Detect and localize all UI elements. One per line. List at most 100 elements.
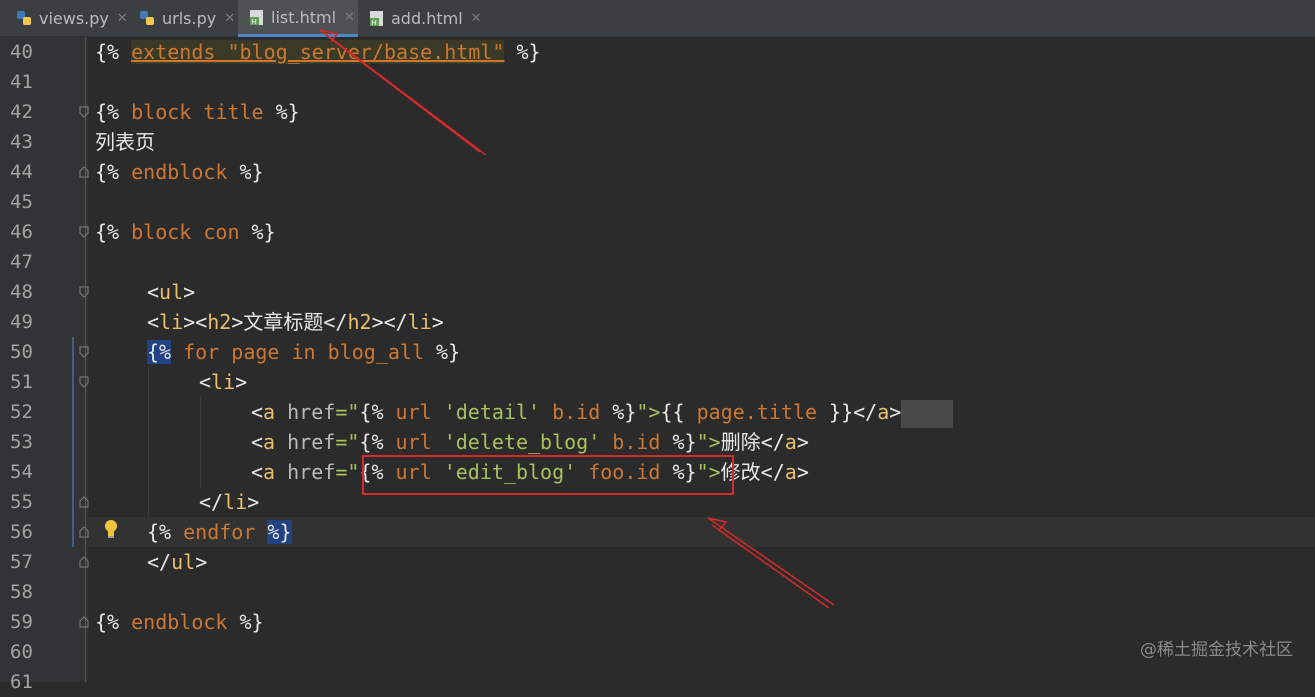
extends-keyword[interactable]: extends: [131, 40, 215, 64]
fold-start-icon[interactable]: [78, 226, 90, 238]
template-variable: b.id: [600, 430, 673, 454]
html-tag: a: [784, 430, 797, 454]
template-keyword: block title: [131, 100, 264, 124]
line-number: 61: [10, 671, 33, 693]
bracket: <: [147, 280, 160, 304]
template-tag-open: {%: [359, 430, 396, 454]
line-number: 53: [10, 431, 33, 453]
html-attribute: href: [275, 460, 336, 484]
svg-text:H: H: [252, 18, 257, 26]
bracket: <: [147, 310, 160, 334]
attribute-quote: =": [335, 400, 360, 424]
extends-path-string[interactable]: "blog_server/base.html": [227, 40, 504, 64]
fold-start-icon[interactable]: [78, 286, 90, 298]
template-tag-open: {%: [95, 160, 132, 184]
bracket: </: [760, 430, 785, 454]
template-tag-close: %}: [672, 430, 697, 454]
template-tag-close: %}: [227, 160, 264, 184]
line-number: 47: [10, 251, 33, 273]
template-keyword: endfor: [183, 520, 268, 544]
fold-end-icon[interactable]: [78, 166, 90, 178]
html-tag: li: [223, 490, 248, 514]
bracket: <: [199, 370, 212, 394]
attribute-quote: ">: [696, 430, 721, 454]
line-number: 46: [10, 221, 33, 243]
line-number: 59: [10, 611, 33, 633]
template-tag-close: %}: [263, 100, 300, 124]
template-keyword: in: [291, 340, 316, 364]
fold-start-icon[interactable]: [78, 346, 90, 358]
line-number: 44: [10, 161, 33, 183]
fold-end-icon[interactable]: [78, 556, 90, 568]
tab-urls-py[interactable]: urls.py ✕: [139, 0, 235, 37]
fold-start-icon[interactable]: [78, 106, 90, 118]
bracket: >: [431, 310, 444, 334]
python-file-icon: [16, 10, 33, 27]
fold-end-icon[interactable]: [78, 526, 90, 538]
line-number: 45: [10, 191, 33, 213]
line-number: 54: [10, 461, 33, 483]
close-icon[interactable]: ✕: [224, 11, 235, 26]
tab-label: list.html: [271, 7, 337, 27]
html-tag: h2: [207, 310, 232, 334]
fold-start-icon[interactable]: [78, 376, 90, 388]
fold-end-icon[interactable]: [78, 496, 90, 508]
close-icon[interactable]: ✕: [117, 11, 128, 26]
close-icon[interactable]: ✕: [344, 10, 355, 25]
bracket: </: [323, 310, 348, 334]
bracket: </: [760, 460, 785, 484]
close-icon[interactable]: ✕: [471, 11, 482, 26]
code-line-53: <a href="{% url 'delete_blog' b.id %}">删…: [251, 427, 809, 457]
line-number: 42: [10, 101, 33, 123]
code-line-59: {% endblock %}: [95, 607, 264, 637]
template-keyword: blog_all: [315, 340, 437, 364]
indent-guide: [200, 397, 201, 487]
template-tag-open: {%: [95, 40, 132, 64]
template-keyword: for page: [171, 340, 292, 364]
tab-label: add.html: [391, 9, 463, 28]
code-line-40: {% extends "blog_server/base.html" %}: [95, 37, 541, 67]
bracket: </: [199, 490, 224, 514]
url-name-string: 'detail': [443, 400, 541, 424]
line-number: 51: [10, 371, 33, 393]
code-line-44: {% endblock %}: [95, 157, 264, 187]
template-keyword: block con: [131, 220, 240, 244]
code-line-46: {% block con %}: [95, 217, 276, 247]
fold-end-icon[interactable]: [78, 616, 90, 628]
html-tag: li: [159, 310, 184, 334]
gutter-divider: [85, 37, 86, 682]
tab-add-html[interactable]: H add.html ✕: [368, 0, 482, 37]
bracket: >: [796, 460, 809, 484]
template-keyword: url: [395, 430, 444, 454]
code-line-56: {% endfor %}: [147, 517, 292, 547]
line-number: 57: [10, 551, 33, 573]
heading-text: 文章标题: [243, 310, 324, 334]
variable-open: {{: [660, 400, 697, 424]
code-editor[interactable]: 40 41 42 43 44 45 46 47 48 49 50 51 52 5…: [0, 37, 1315, 693]
line-number: 41: [10, 71, 33, 93]
bracket: </: [147, 550, 172, 574]
lightbulb-icon[interactable]: [102, 518, 120, 540]
watermark: @稀土掘金技术社区: [1140, 640, 1293, 660]
template-tag-open: {%: [359, 400, 396, 424]
html-tag: h2: [347, 310, 372, 334]
template-tag-close: %}: [436, 340, 461, 364]
code-line-51: <li>: [199, 367, 247, 397]
tab-views-py[interactable]: views.py ✕: [16, 0, 128, 37]
html-attribute: href: [275, 400, 336, 424]
html-file-icon: H: [248, 9, 265, 26]
template-tag-close-highlighted: %}: [267, 520, 292, 544]
bracket: </: [853, 400, 878, 424]
code-line-57: </ul>: [147, 547, 207, 577]
tab-list-html[interactable]: H list.html ✕: [238, 0, 358, 37]
code-line-48: <ul>: [147, 277, 195, 307]
template-variable: page.title: [696, 400, 818, 424]
template-tag-close: %}: [239, 220, 276, 244]
template-keyword: url: [395, 400, 444, 424]
line-number: 50: [10, 341, 33, 363]
html-tag: a: [784, 460, 797, 484]
html-tag: ul: [171, 550, 196, 574]
template-tag-open: {%: [95, 100, 132, 124]
html-tag: a: [263, 460, 276, 484]
